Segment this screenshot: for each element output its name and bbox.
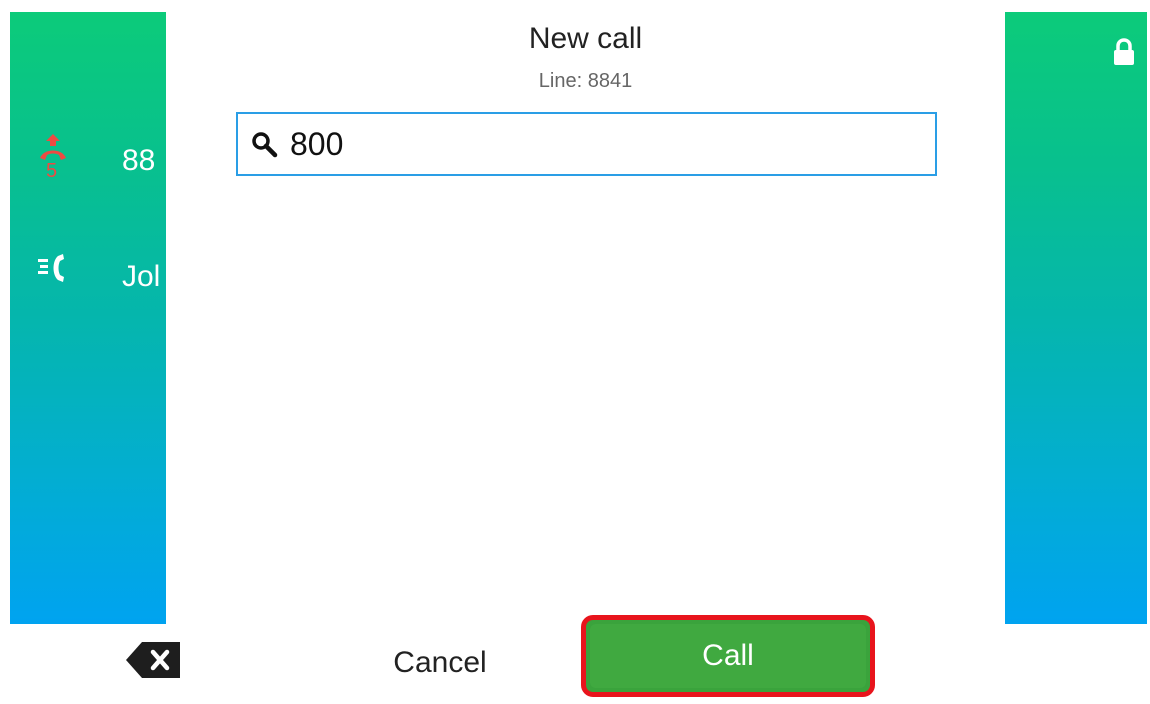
dial-number-input[interactable]: [290, 120, 910, 168]
phone-screen: 5 88 Jol New call Line: 8841 800 Cancel …: [0, 0, 1150, 704]
backspace-button[interactable]: [122, 638, 184, 682]
line-row-outgoing[interactable]: Jol: [10, 248, 166, 308]
missed-count-badge: 5: [46, 160, 58, 182]
line-row-label: 88: [122, 144, 156, 177]
status-panel: [1005, 12, 1147, 624]
lock-icon: [1112, 38, 1136, 66]
dial-search-box[interactable]: [236, 112, 937, 176]
new-call-dialog: New call Line: 8841: [166, 0, 1005, 624]
line-row-missed[interactable]: 5 88: [10, 132, 166, 192]
line-row-label: Jol: [122, 260, 161, 293]
call-button[interactable]: Call: [581, 615, 875, 697]
backspace-icon: [122, 642, 184, 686]
dialog-line-subtitle: Line: 8841: [538, 70, 633, 92]
call-button-label: Call: [590, 624, 866, 688]
outgoing-call-icon: [36, 248, 70, 308]
dialog-title: New call: [528, 22, 643, 55]
softkey-bar: Cancel Call: [0, 615, 1150, 704]
line-list-panel: 5 88 Jol: [10, 12, 166, 624]
cancel-button[interactable]: Cancel: [360, 636, 520, 690]
search-icon: [250, 130, 280, 160]
